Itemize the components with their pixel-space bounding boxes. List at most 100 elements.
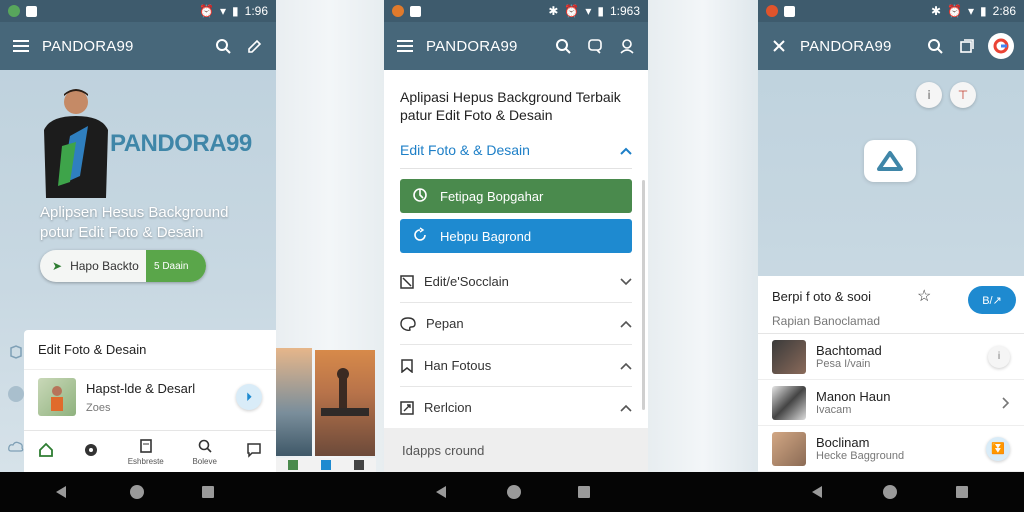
app-notification-icon (8, 5, 20, 17)
layers-icon[interactable] (956, 35, 978, 57)
item-title: Hapst-lde & Desarl (86, 380, 196, 396)
list-item[interactable]: Boclinam Hecke Bagground ⏬ (758, 426, 1024, 472)
download-icon[interactable]: ⏬ (986, 436, 1010, 461)
side-dot-icon (8, 386, 24, 402)
hero-cta-button[interactable]: ➤ Hapo Backto 5 Daain (40, 250, 206, 282)
chevron-up-icon (620, 362, 632, 370)
app-title: PANDORA99 (800, 37, 892, 55)
item-subtitle: Hecke Bagground (816, 450, 905, 462)
item-subtitle: Pesa I/vain (816, 358, 871, 370)
google-account-icon[interactable] (988, 33, 1014, 59)
tab-label: Boleve (192, 456, 217, 466)
row-label: Edit/e'Socclain (424, 274, 509, 290)
recents-icon[interactable] (578, 486, 590, 498)
back-icon[interactable] (56, 486, 66, 498)
thumb-icon[interactable] (354, 460, 365, 470)
chevron-up-icon (620, 142, 632, 158)
list-row[interactable]: Pepan (400, 303, 632, 346)
home-icon[interactable] (507, 485, 521, 499)
list-item[interactable]: Bachtomad Pesa I/vain ⅰ (758, 334, 1024, 380)
primary-blue-button[interactable]: Hebpu Bagrond (400, 219, 632, 254)
app-notification-icon (392, 5, 404, 17)
chevron-up-icon (620, 404, 632, 412)
footer-bar[interactable]: Idapps cround (384, 428, 648, 472)
transform-icon (400, 401, 414, 415)
tab-discover[interactable] (83, 442, 99, 461)
hero-line-2: potur Edit Foto & Desain (40, 224, 204, 241)
menu-icon[interactable] (394, 35, 416, 57)
tab-chat[interactable] (246, 442, 262, 461)
refresh-icon (412, 227, 428, 246)
hero-line-1: Aplipsen Hesus Background (40, 204, 229, 221)
clock: 2:86 (992, 4, 1016, 18)
upload-button[interactable] (864, 140, 916, 182)
sheet-subtitle: Rapian Banoclamad (772, 314, 881, 328)
list-item[interactable]: Hapst-lde & Desarl Zoes ⏵ (24, 370, 276, 424)
button-label: Fetipag Bopgahar (440, 188, 544, 204)
app-bar: PANDORA99 (0, 22, 276, 70)
bottom-tab-bar: Eshbreste Boleve (24, 430, 276, 472)
item-action-icon[interactable]: ⏵ (236, 384, 262, 410)
photo-thumbnail[interactable] (276, 348, 312, 456)
person-illustration (44, 89, 108, 198)
list-row[interactable]: Han Fotous (400, 345, 632, 388)
search-icon[interactable] (552, 35, 574, 57)
search-icon[interactable] (924, 35, 946, 57)
info-icon[interactable]: ⅰ (988, 345, 1010, 368)
avatar (772, 339, 806, 374)
pin-button[interactable]: ⊤ (950, 82, 976, 108)
tab-search[interactable]: Boleve (192, 438, 217, 466)
list-row[interactable]: Rerlcion (400, 387, 632, 430)
back-icon[interactable] (812, 486, 822, 498)
tab-library[interactable]: Eshbreste (128, 438, 164, 466)
menu-icon[interactable] (10, 35, 32, 57)
alarm-icon: ⏰ (199, 4, 214, 18)
wifi-icon: ▾ (968, 4, 975, 18)
status-bar: ✱ ⏰ ▾ ▮ 2:86 (758, 0, 1024, 22)
chat-icon (246, 443, 261, 458)
recents-icon[interactable] (956, 486, 968, 498)
star-icon[interactable]: ☆ (917, 286, 931, 306)
app-title: PANDORA99 (42, 37, 134, 55)
row-label: Rerlcion (424, 400, 472, 416)
item-title: Bachtomad (816, 343, 882, 358)
section-header[interactable]: Edit Foto & & Desain (400, 142, 632, 170)
back-icon[interactable] (436, 486, 446, 498)
bluetooth-icon: ✱ (548, 4, 559, 18)
button-label: Hebpu Bagrond (440, 228, 532, 244)
chat-icon[interactable] (584, 35, 606, 57)
list-row[interactable]: Edit/e'Socclain (400, 261, 632, 304)
notification-icon (26, 5, 37, 17)
scrollbar[interactable] (642, 180, 645, 410)
notification-icon (784, 5, 795, 17)
status-bar: ✱ ⏰ ▾ ▮ 1:963 (384, 0, 648, 22)
home-icon[interactable] (883, 485, 897, 499)
primary-green-button[interactable]: Fetipag Bopgahar (400, 179, 632, 214)
chevron-up-icon (620, 320, 632, 328)
notification-icon (410, 5, 421, 17)
bluetooth-icon: ✱ (930, 4, 942, 18)
side-cloud-icon (8, 440, 24, 452)
thumb-icon[interactable] (287, 460, 298, 470)
chevron-down-icon (620, 278, 632, 286)
bottom-sheet: Berpi f oto & sooi ☆ Rapian Banoclamad B… (758, 276, 1024, 472)
close-icon[interactable] (768, 35, 790, 57)
home-icon[interactable] (130, 485, 144, 499)
upload-triangle-icon (877, 151, 903, 171)
sheet-header: Berpi f oto & sooi ☆ Rapian Banoclamad B… (758, 276, 1024, 334)
profile-icon[interactable] (616, 35, 638, 57)
tab-home[interactable] (38, 442, 54, 461)
page-title-line-1: Aplipasi Hepus Background Terbaik (400, 89, 621, 105)
thumb-icon[interactable] (320, 460, 331, 470)
info-button[interactable]: ⅰ (916, 82, 942, 108)
search-icon[interactable] (212, 35, 234, 57)
clock: 1:96 (244, 4, 268, 18)
footer-label: Idapps cround (402, 442, 485, 458)
share-button[interactable]: B/↗ (968, 286, 1016, 314)
list-item[interactable]: Manon Haun Ivacam (758, 380, 1024, 426)
edit-icon[interactable] (244, 35, 266, 57)
recents-icon[interactable] (202, 486, 214, 498)
section-title: Edit Foto & & Desain (400, 142, 530, 159)
item-title: Boclinam (816, 435, 870, 450)
photo-thumbnail[interactable] (315, 350, 375, 456)
